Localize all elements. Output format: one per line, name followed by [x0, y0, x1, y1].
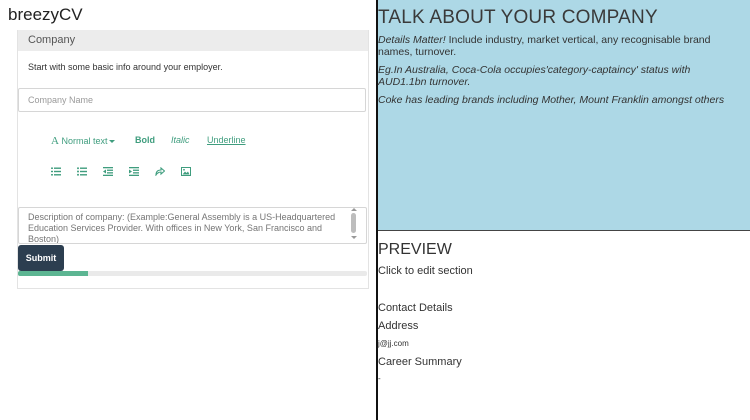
- list-ordered-icon[interactable]: [51, 167, 61, 176]
- panel-heading: Company: [18, 30, 368, 51]
- underline-button[interactable]: Underline: [207, 135, 246, 145]
- guidance-panel: TALK ABOUT YOUR COMPANY Details Matter! …: [378, 0, 750, 230]
- bold-button[interactable]: Bold: [135, 135, 155, 145]
- link-icon[interactable]: [155, 167, 165, 176]
- guidance-paragraph-1: Details Matter! Include industry, market…: [378, 34, 738, 58]
- outdent-icon[interactable]: [103, 167, 113, 176]
- preview-career-placeholder: -: [378, 374, 381, 383]
- section-divider: [378, 230, 750, 231]
- scroll-down-arrow-icon[interactable]: [351, 236, 357, 239]
- company-name-input[interactable]: [18, 88, 366, 112]
- preview-address-label: Address: [378, 320, 419, 332]
- company-description-textarea[interactable]: [18, 207, 367, 244]
- scroll-up-arrow-icon[interactable]: [351, 208, 357, 211]
- preview-title: PREVIEW: [378, 241, 452, 258]
- font-icon: A: [51, 135, 59, 147]
- preview-edit-hint[interactable]: Click to edit section: [378, 265, 473, 277]
- preview-contact-heading: Contact Details: [378, 302, 453, 314]
- submit-button[interactable]: Submit: [18, 245, 64, 271]
- text-style-label: Normal text: [61, 136, 108, 146]
- guidance-paragraph-3: Coke has leading brands including Mother…: [378, 94, 725, 106]
- text-style-dropdown[interactable]: A Normal text: [51, 135, 116, 147]
- textarea-scrollbar[interactable]: [351, 213, 356, 233]
- preview-career-heading: Career Summary: [378, 356, 462, 368]
- company-form-panel: Company Start with some basic info aroun…: [17, 30, 369, 289]
- brand-logo-text: breezyCV: [8, 5, 83, 24]
- image-icon[interactable]: [181, 167, 191, 176]
- guidance-paragraph-2: Eg.In Australia, Coca-Cola occupies'cate…: [378, 64, 691, 88]
- guidance-emphasis: Details Matter!: [378, 34, 446, 46]
- editor-pane: breezyCV Company Start with some basic i…: [0, 0, 376, 420]
- progress-bar-fill: [18, 271, 88, 276]
- preview-panel[interactable]: PREVIEW Click to edit section Contact De…: [378, 232, 750, 420]
- indent-icon[interactable]: [129, 167, 139, 176]
- progress-bar: [18, 271, 367, 276]
- caret-down-icon: [109, 140, 116, 144]
- guidance-title: TALK ABOUT YOUR COMPANY: [378, 7, 658, 28]
- list-unordered-icon[interactable]: [77, 167, 87, 176]
- intro-text: Start with some basic info around your e…: [28, 62, 223, 72]
- italic-button[interactable]: Italic: [171, 135, 190, 145]
- preview-email: j@jj.com: [378, 339, 409, 348]
